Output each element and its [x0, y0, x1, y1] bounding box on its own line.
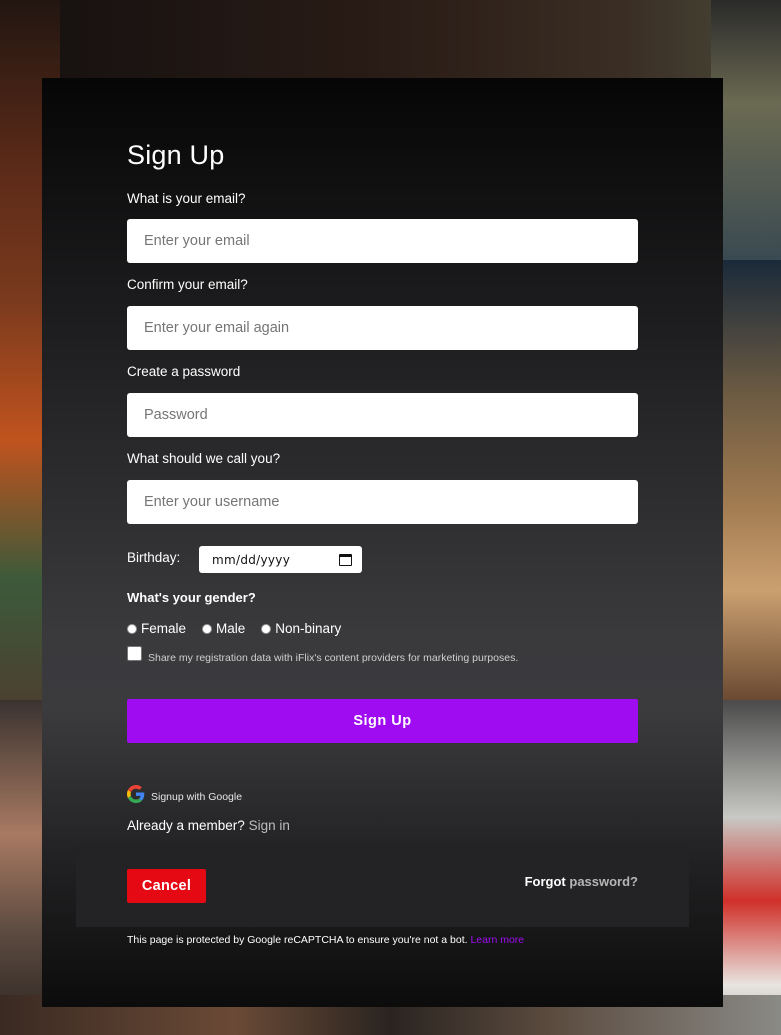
gender-option-nonbinary[interactable]: Non-binary	[261, 621, 341, 636]
calendar-icon[interactable]	[339, 553, 352, 566]
password-label: Create a password	[127, 364, 241, 379]
radio-nonbinary[interactable]	[261, 623, 272, 634]
signup-button[interactable]: Sign Up	[127, 699, 638, 743]
forgot-bold: Forgot	[524, 874, 566, 889]
signup-panel: Sign Up What is your email? Confirm your…	[42, 78, 723, 1007]
cancel-button[interactable]: Cancel	[127, 869, 206, 903]
google-signup[interactable]: Signup with Google	[127, 785, 242, 803]
poster-top	[0, 0, 781, 80]
gender-question: What's your gender?	[127, 590, 256, 605]
signin-link[interactable]: Sign in	[249, 818, 290, 833]
already-member: Already a member? Sign in	[127, 818, 290, 833]
recaptcha-notice: This page is protected by Google reCAPTC…	[127, 934, 524, 946]
birthday-date-input[interactable]: mm/dd/yyyy	[199, 546, 362, 573]
consent-checkbox[interactable]	[127, 646, 142, 661]
confirm-email-input[interactable]	[127, 306, 638, 350]
confirm-email-label: Confirm your email?	[127, 277, 248, 292]
footer-bar: Cancel Forgot password?	[76, 843, 689, 927]
birthday-label: Birthday:	[127, 550, 181, 565]
marketing-consent: Share my registration data with iFlix's …	[127, 646, 518, 664]
radio-label-nonbinary: Non-binary	[275, 621, 342, 636]
radio-label-female: Female	[141, 621, 187, 636]
password-input[interactable]	[127, 393, 638, 437]
username-input[interactable]	[127, 480, 638, 524]
email-input[interactable]	[127, 219, 638, 263]
google-icon	[127, 785, 145, 803]
consent-text: Share my registration data with iFlix's …	[148, 652, 519, 664]
email-label: What is your email?	[127, 191, 246, 206]
gender-option-female[interactable]: Female	[127, 621, 186, 636]
birthday-value: mm/dd/yyyy	[212, 552, 291, 567]
page-title: Sign Up	[127, 140, 225, 170]
radio-label-male: Male	[216, 621, 246, 636]
username-label: What should we call you?	[127, 451, 281, 466]
google-signup-label[interactable]: Signup with Google	[151, 791, 242, 803]
forgot-password[interactable]: Forgot password?	[525, 874, 638, 889]
radio-male[interactable]	[202, 623, 213, 634]
gender-option-male[interactable]: Male	[202, 621, 245, 636]
learn-more-link[interactable]: Learn more	[470, 934, 524, 946]
radio-female[interactable]	[127, 623, 137, 634]
gender-radio-group: Female Male Non-binary	[127, 621, 357, 636]
recaptcha-text: This page is protected by Google reCAPTC…	[127, 934, 468, 946]
forgot-password-link[interactable]: password?	[569, 874, 638, 889]
member-text: Already a member?	[127, 818, 245, 833]
